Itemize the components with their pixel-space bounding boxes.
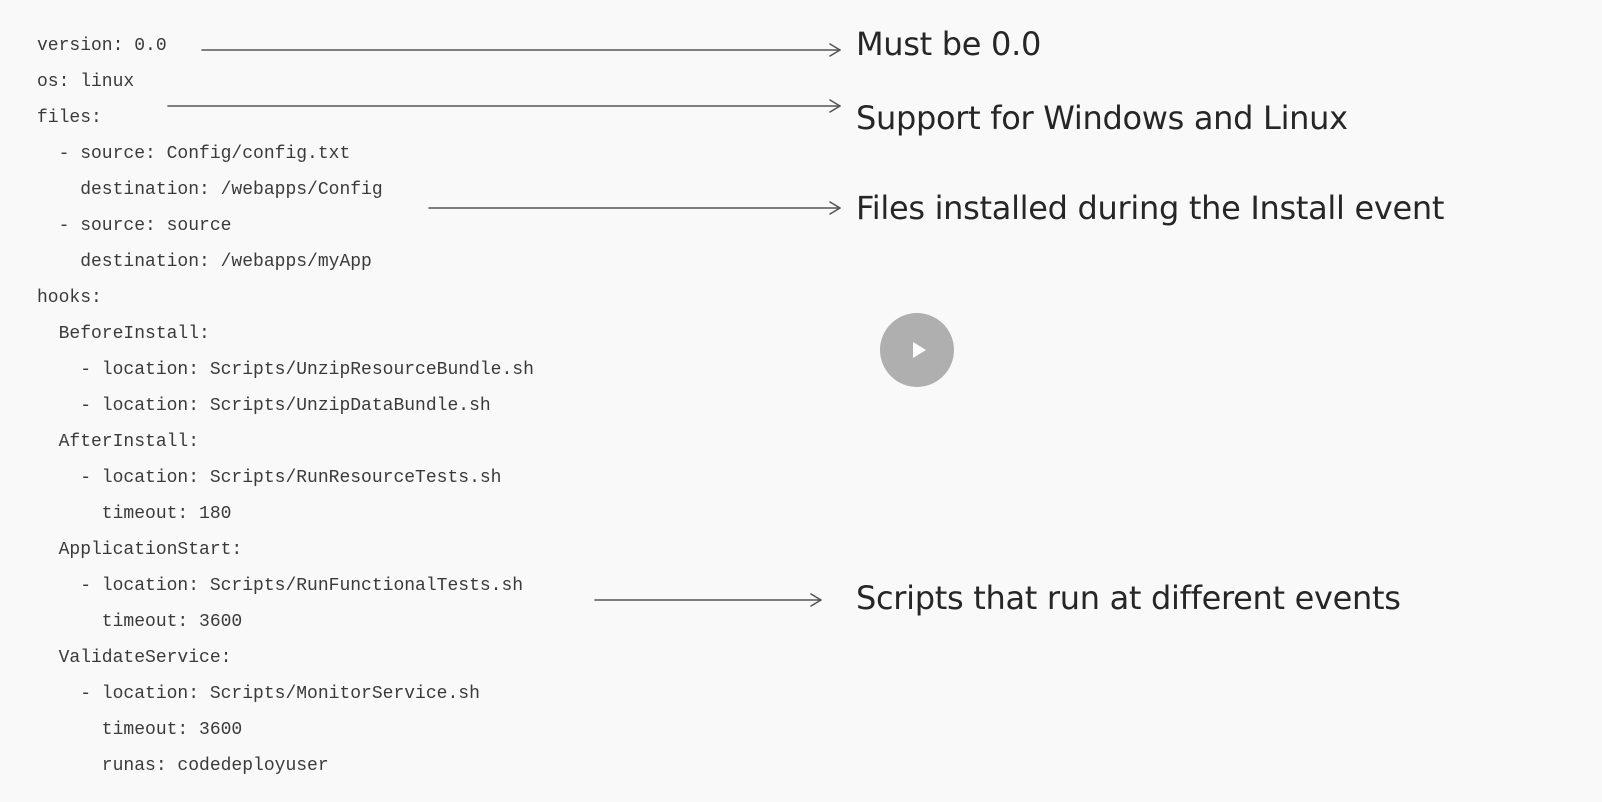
annotation-files: Files installed during the Install event bbox=[856, 189, 1445, 227]
code-line-destination-myapp: destination: /webapps/myApp bbox=[37, 252, 372, 272]
code-line-source-source: - source: source bbox=[37, 216, 232, 236]
code-line-location-unzip-resource: - location: Scripts/UnzipResourceBundle.… bbox=[37, 360, 534, 380]
code-line-runas: runas: codedeployuser bbox=[37, 756, 329, 776]
code-line-validateservice: ValidateService: bbox=[37, 648, 232, 668]
code-line-timeout-180: timeout: 180 bbox=[37, 504, 232, 524]
video-play-button[interactable] bbox=[880, 313, 954, 387]
code-line-timeout-3600-a: timeout: 3600 bbox=[37, 612, 243, 632]
annotation-os: Support for Windows and Linux bbox=[856, 99, 1348, 137]
code-line-version: version: 0.0 bbox=[37, 36, 167, 56]
code-line-location-unzip-data: - location: Scripts/UnzipDataBundle.sh bbox=[37, 396, 491, 416]
code-line-files: files: bbox=[37, 108, 102, 128]
code-line-location-monitor-service: - location: Scripts/MonitorService.sh bbox=[37, 684, 480, 704]
code-line-afterinstall: AfterInstall: bbox=[37, 432, 200, 452]
code-line-location-run-resource-tests: - location: Scripts/RunResourceTests.sh bbox=[37, 468, 502, 488]
code-line-timeout-3600-b: timeout: 3600 bbox=[37, 720, 243, 740]
code-line-applicationstart: ApplicationStart: bbox=[37, 540, 243, 560]
code-line-destination-config: destination: /webapps/Config bbox=[37, 180, 383, 200]
code-line-location-run-functional-tests: - location: Scripts/RunFunctionalTests.s… bbox=[37, 576, 524, 596]
play-icon bbox=[912, 342, 926, 358]
arrow-files bbox=[428, 201, 841, 215]
slide: version: 0.0 os: linux files: - source: … bbox=[0, 0, 1602, 802]
arrow-hooks bbox=[594, 593, 822, 607]
code-line-hooks: hooks: bbox=[37, 288, 102, 308]
arrow-os bbox=[167, 99, 841, 113]
annotation-hooks: Scripts that run at different events bbox=[856, 579, 1401, 617]
code-line-source-config: - source: Config/config.txt bbox=[37, 144, 351, 164]
code-line-beforeinstall: BeforeInstall: bbox=[37, 324, 210, 344]
arrow-version bbox=[201, 43, 841, 57]
code-line-os: os: linux bbox=[37, 72, 135, 92]
annotation-version: Must be 0.0 bbox=[856, 25, 1042, 63]
